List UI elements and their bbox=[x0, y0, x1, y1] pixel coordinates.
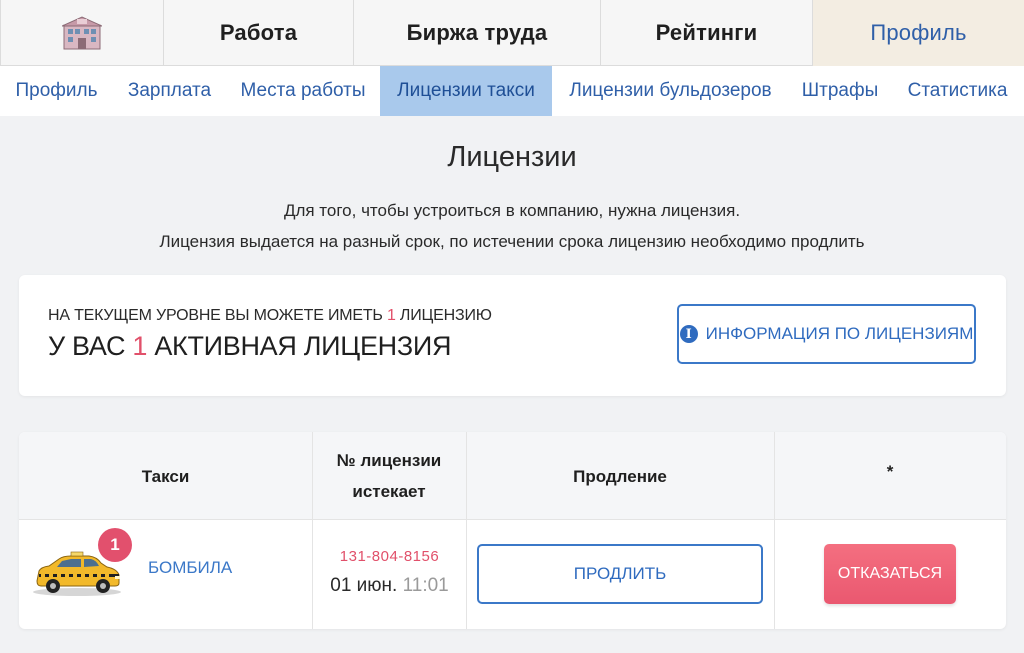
tab-ratings[interactable]: Рейтинги bbox=[601, 0, 813, 66]
license-limit-count: 1 bbox=[386, 307, 396, 324]
license-limit-prefix: На текущем уровне вы можете иметь bbox=[48, 307, 383, 324]
license-info-button[interactable]: i Информация по лицензиям bbox=[677, 304, 976, 364]
subnav-item-salary[interactable]: Зарплата bbox=[113, 66, 226, 116]
subnav-item-bulldozer-licenses[interactable]: Лицензии бульдозеров bbox=[552, 66, 789, 116]
licenses-table: Такси № лицензии истекает Продление * 1 … bbox=[19, 432, 1006, 629]
taxi-name-link[interactable]: Бомбила bbox=[148, 558, 232, 578]
license-limit-card: На текущем уровне вы можете иметь 1 лице… bbox=[19, 275, 1006, 396]
header-extra: * bbox=[886, 461, 894, 481]
building-icon bbox=[62, 16, 102, 50]
page-description-line-1: Для того, чтобы устроиться в компанию, н… bbox=[283, 201, 741, 220]
subnav-item-statistics[interactable]: Статистика bbox=[891, 66, 1024, 116]
subnav-item-profile[interactable]: Профиль bbox=[0, 66, 113, 116]
license-expiry-time: 11:01 bbox=[402, 575, 449, 596]
license-expiry-date: 01 июн. bbox=[330, 575, 398, 596]
header-taxi: Такси bbox=[141, 466, 190, 486]
active-licenses-prefix: У вас bbox=[48, 331, 126, 361]
active-licenses-suffix: активная лицензия bbox=[154, 331, 452, 361]
license-limit-suffix: лицензию bbox=[399, 307, 492, 324]
renew-license-button[interactable]: Продлить bbox=[477, 544, 763, 604]
tab-work[interactable]: Работа bbox=[164, 0, 354, 66]
license-info-button-label: Информация по лицензиям bbox=[705, 324, 974, 343]
license-limit-text: На текущем уровне вы можете иметь 1 лице… bbox=[48, 307, 492, 325]
taxi-count-badge: 1 bbox=[98, 528, 132, 562]
header-license: № лицензии истекает bbox=[312, 432, 466, 520]
active-licenses-text: У вас 1 активная лицензия bbox=[48, 331, 451, 362]
top-navigation: Работа Биржа труда Рейтинги Профиль bbox=[0, 0, 1024, 66]
tab-profile[interactable]: Профиль bbox=[813, 0, 1024, 66]
license-expiry: 01 июн. 11:01 bbox=[313, 575, 466, 597]
sub-navigation: Профиль Зарплата Места работы Лицензии т… bbox=[0, 66, 1024, 116]
tab-labor-exchange[interactable]: Биржа труда bbox=[354, 0, 601, 66]
header-license-line-2: истекает bbox=[352, 482, 426, 501]
subnav-item-taxi-licenses[interactable]: Лицензии такси bbox=[380, 66, 552, 116]
subnav-item-workplaces[interactable]: Места работы bbox=[226, 66, 380, 116]
page-description-line-2: Лицензия выдается на разный срок, по ист… bbox=[159, 232, 865, 251]
active-licenses-count: 1 bbox=[132, 331, 148, 361]
refuse-license-button[interactable]: Отказаться bbox=[824, 544, 956, 604]
subnav-item-fines[interactable]: Штрафы bbox=[789, 66, 891, 116]
header-license-line-1: № лицензии bbox=[336, 451, 442, 470]
info-circle-icon: i bbox=[679, 325, 698, 343]
header-renewal: Продление bbox=[573, 466, 667, 486]
home-tab[interactable] bbox=[0, 0, 164, 66]
license-number: 131-804-8156 bbox=[339, 548, 440, 565]
page-title: Лицензии bbox=[447, 141, 577, 173]
